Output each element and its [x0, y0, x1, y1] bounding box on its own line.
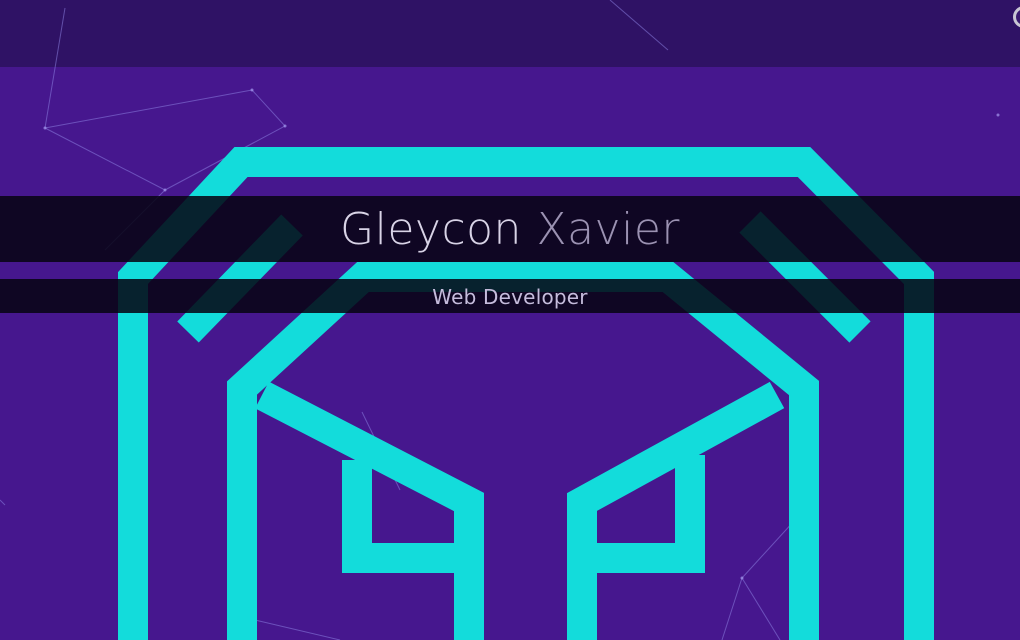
- hero-role: Web Developer: [432, 285, 588, 309]
- first-name: Gleycon: [340, 204, 522, 255]
- hero-name: Gleycon Xavier: [0, 200, 1020, 260]
- last-name: Xavier: [536, 204, 680, 255]
- geometric-logo-icon: [118, 147, 934, 640]
